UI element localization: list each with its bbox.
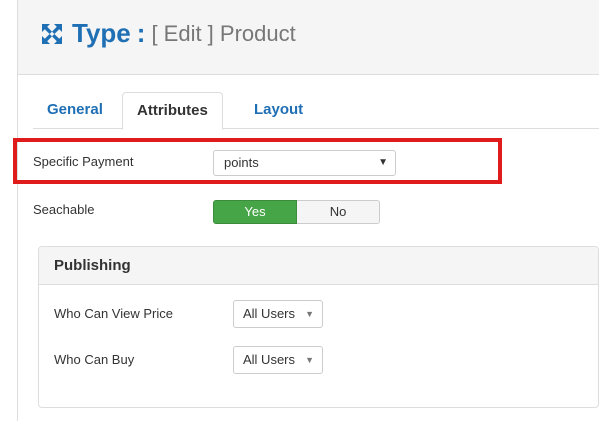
title-separator: : [136, 18, 146, 48]
who-can-buy-label: Who Can Buy [54, 352, 135, 367]
who-can-buy-select[interactable]: All Users ▼ [233, 346, 323, 374]
who-can-view-price-select[interactable]: All Users ▼ [233, 300, 323, 328]
searchable-no-button[interactable]: No [297, 200, 380, 224]
searchable-yes-button[interactable]: Yes [213, 200, 297, 224]
dropdown-arrow-icon: ▼ [378, 157, 388, 168]
chevron-down-icon: ▼ [305, 355, 314, 365]
page-header: Type : [ Edit ] Product [17, 0, 599, 75]
who-can-view-price-label: Who Can View Price [54, 306, 173, 321]
tab-bar: General Attributes Layout [33, 92, 599, 130]
tab-layout[interactable]: Layout [240, 92, 317, 129]
searchable-toggle: Yes No [213, 200, 380, 224]
who-can-view-price-value: All Users [243, 306, 296, 321]
who-can-buy-value: All Users [243, 352, 296, 367]
publishing-panel-header: Publishing [39, 247, 598, 285]
specific-payment-label: Specific Payment [33, 154, 134, 169]
page-title: Type : [ Edit ] Product [40, 18, 296, 49]
tab-general[interactable]: General [33, 92, 117, 129]
searchable-label: Seachable [33, 202, 95, 217]
title-type: Type [72, 18, 131, 48]
publishing-title: Publishing [54, 257, 131, 274]
chevron-down-icon: ▼ [305, 309, 314, 319]
title-subtitle: [ Edit ] Product [151, 20, 296, 46]
tab-attributes[interactable]: Attributes [122, 92, 223, 130]
specific-payment-select[interactable]: points ▼ [213, 150, 396, 176]
specific-payment-value: points [224, 155, 259, 170]
expand-arrows-icon [40, 22, 64, 46]
